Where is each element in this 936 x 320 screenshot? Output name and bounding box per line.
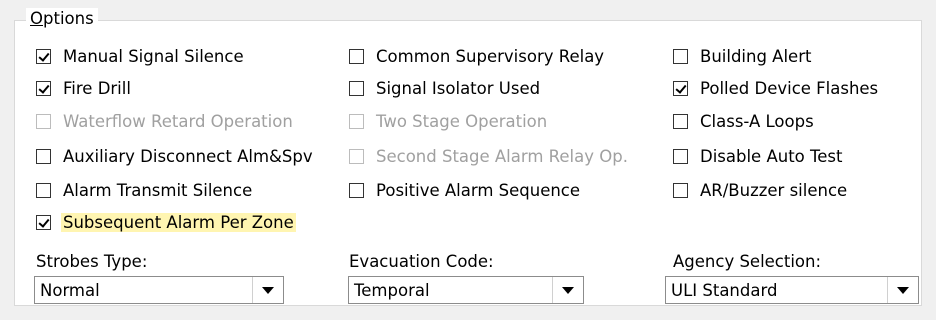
checkbox-label[interactable]: Auxiliary Disconnect Alm&Spv [63,147,313,166]
checkbox-box[interactable] [36,80,51,96]
checkbox-label[interactable]: Building Alert [700,47,811,66]
chevron-down-icon [562,286,574,294]
two-stage-operation-checkbox: Two Stage Operation [349,110,547,132]
agency-selection-select[interactable]: ULI Standard [665,276,919,304]
checkbox-box[interactable] [673,113,688,129]
checkbox-label[interactable]: Class-A Loops [700,112,814,131]
strobes-type-select[interactable]: Normal [34,276,284,304]
checkbox-box[interactable] [349,48,364,64]
checkbox-box[interactable] [673,48,688,64]
checkbox-label[interactable]: Alarm Transmit Silence [63,181,252,200]
checkbox-box[interactable] [349,80,364,96]
alarm-transmit-silence-checkbox[interactable]: Alarm Transmit Silence [36,179,252,201]
auxiliary-disconnect-checkbox[interactable]: Auxiliary Disconnect Alm&Spv [36,145,313,167]
checkbox-box[interactable] [349,182,364,198]
evacuation-code-label: Evacuation Code: [349,252,494,271]
positive-alarm-sequence-checkbox[interactable]: Positive Alarm Sequence [349,179,580,201]
checkbox-label[interactable]: Common Supervisory Relay [376,47,604,66]
checkbox-label[interactable]: Signal Isolator Used [376,79,540,98]
common-supervisory-relay-checkbox[interactable]: Common Supervisory Relay [349,45,604,67]
dropdown-button[interactable] [252,277,283,303]
building-alert-checkbox[interactable]: Building Alert [673,45,811,67]
subsequent-alarm-per-zone-checkbox[interactable]: Subsequent Alarm Per Zone [36,211,296,233]
checkbox-box [36,113,51,129]
strobes-type-label: Strobes Type: [36,252,148,271]
checkbox-label[interactable]: Disable Auto Test [700,147,843,166]
manual-signal-silence-checkbox[interactable]: Manual Signal Silence [36,45,244,67]
checkbox-box [349,148,364,164]
second-stage-alarm-relay-checkbox: Second Stage Alarm Relay Op. [349,145,628,167]
evacuation-code-select[interactable]: Temporal [348,276,584,304]
select-value[interactable]: Temporal [349,281,552,300]
checkbox-box[interactable] [36,182,51,198]
class-a-loops-checkbox[interactable]: Class-A Loops [673,110,814,132]
select-value[interactable]: ULI Standard [666,281,887,300]
checkbox-label[interactable]: Fire Drill [63,79,131,98]
checkbox-box [349,113,364,129]
agency-selection-label: Agency Selection: [673,252,822,271]
checkbox-label[interactable]: Positive Alarm Sequence [376,181,580,200]
checkbox-label[interactable]: AR/Buzzer silence [700,181,847,200]
checkbox-label[interactable]: Polled Device Flashes [700,79,878,98]
checkbox-label: Second Stage Alarm Relay Op. [376,146,628,166]
checkbox-label: Waterflow Retard Operation [63,111,293,131]
checkbox-label: Two Stage Operation [376,111,548,131]
options-group-title: Options [26,8,98,30]
checkbox-label[interactable]: Subsequent Alarm Per Zone [61,212,296,232]
waterflow-retard-operation-checkbox: Waterflow Retard Operation [36,110,293,132]
chevron-down-icon [897,286,909,294]
dropdown-button[interactable] [552,277,583,303]
checkbox-box[interactable] [36,48,51,64]
disable-auto-test-checkbox[interactable]: Disable Auto Test [673,145,843,167]
dropdown-button[interactable] [887,277,918,303]
fire-drill-checkbox[interactable]: Fire Drill [36,77,131,99]
checkbox-box[interactable] [36,148,51,164]
checkbox-box[interactable] [673,148,688,164]
ar-buzzer-silence-checkbox[interactable]: AR/Buzzer silence [673,179,847,201]
checkbox-box[interactable] [36,214,51,230]
select-value[interactable]: Normal [35,281,252,300]
signal-isolator-used-checkbox[interactable]: Signal Isolator Used [349,77,540,99]
chevron-down-icon [262,286,274,294]
checkbox-box[interactable] [673,182,688,198]
checkbox-box[interactable] [673,80,688,96]
checkbox-label[interactable]: Manual Signal Silence [63,47,244,66]
polled-device-flashes-checkbox[interactable]: Polled Device Flashes [673,77,878,99]
